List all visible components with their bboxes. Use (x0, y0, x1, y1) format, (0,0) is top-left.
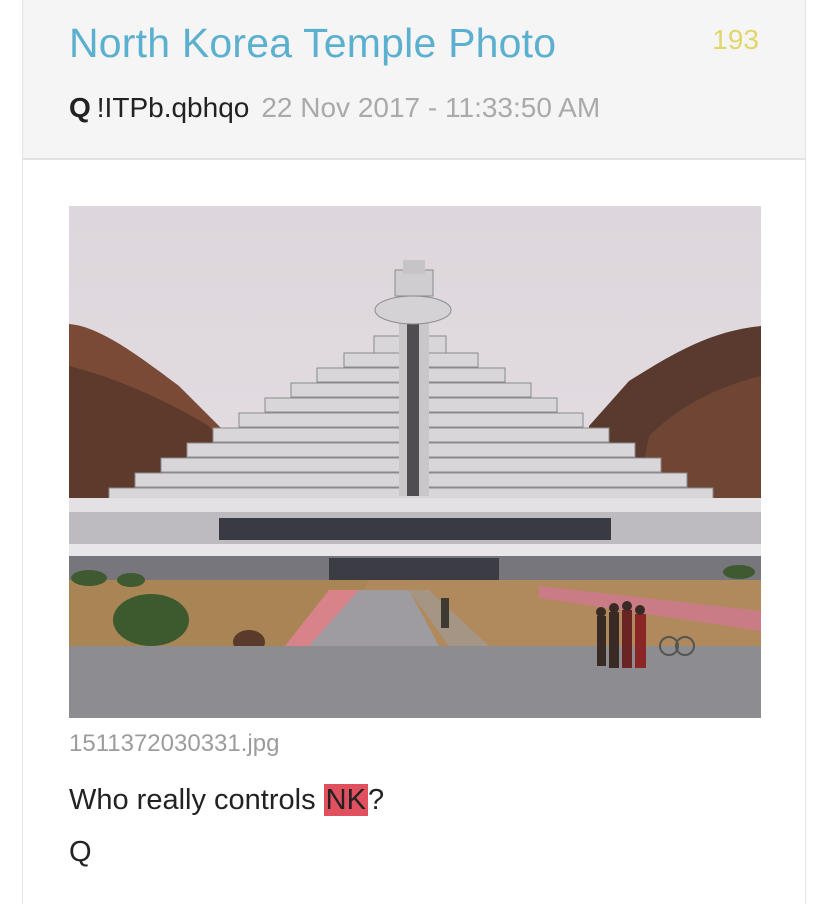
hotel-photo (69, 206, 761, 718)
highlighted-word: NK (323, 784, 368, 816)
post-header: North Korea Temple Photo 193 Q !ITPb.qbhq… (23, 0, 805, 160)
post-message: Who really controls NK? (69, 784, 384, 817)
tripcode: !ITPb.qbhqo (96, 92, 250, 123)
message-text-end: ? (367, 784, 385, 816)
message-text: Who really controls (69, 784, 324, 816)
post-card: North Korea Temple Photo 193 Q !ITPb.qbhq… (22, 0, 806, 904)
image-filename[interactable]: 1511372030331.jpg (69, 730, 279, 758)
post-count: 193 (712, 24, 759, 55)
post-image[interactable] (69, 206, 761, 718)
post-timestamp: 22 Nov 2017 - 11:33:50 AM (261, 92, 601, 123)
post-title[interactable]: North Korea Temple Photo (69, 20, 556, 67)
author-name: Q (69, 92, 91, 123)
post-signature: Q (69, 836, 92, 868)
post-meta: Q !ITPb.qbhqo 22 Nov 2017 - 11:33:50 AM (69, 92, 600, 124)
